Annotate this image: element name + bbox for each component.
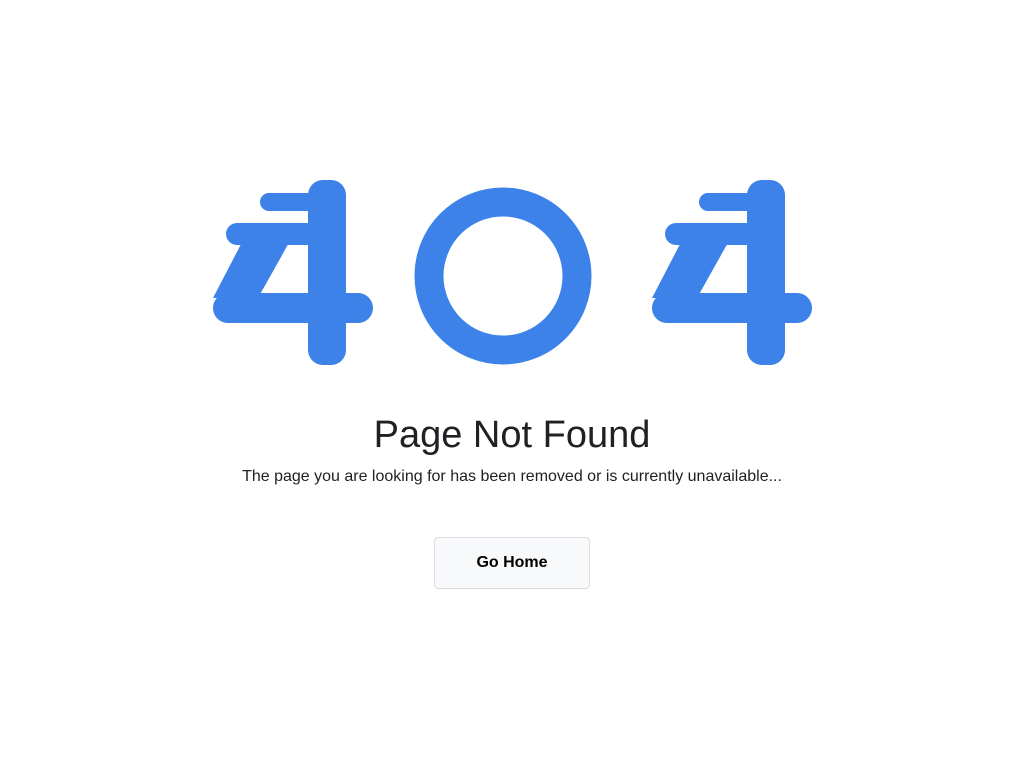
page-title: Page Not Found [373,414,651,456]
go-home-button[interactable]: Go Home [434,537,590,589]
error-message: The page you are looking for has been re… [242,468,782,485]
error-404-graphic [213,180,812,365]
four-digit-icon [213,180,373,365]
four-digit-icon [652,180,812,365]
zero-digit-icon [414,187,592,365]
